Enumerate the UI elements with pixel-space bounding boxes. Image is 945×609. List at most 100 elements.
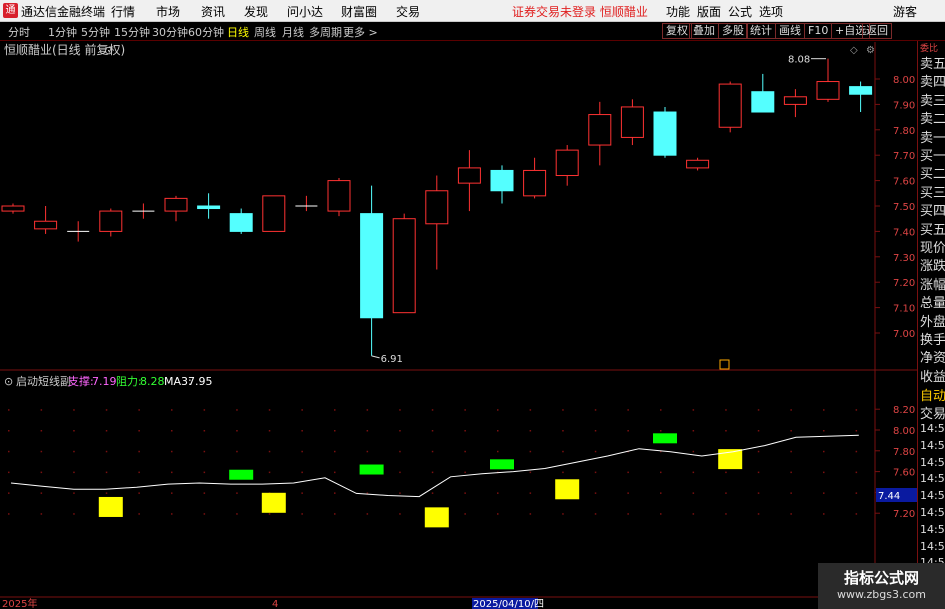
side-item[interactable]: 涨跌 <box>920 255 945 274</box>
chart-config-icon[interactable]: ◇ <box>850 45 858 56</box>
side-time-row: 14:56 <box>920 438 945 452</box>
menu-marketplace[interactable]: 市场 <box>156 3 180 20</box>
period-5min[interactable]: 5分钟 <box>81 24 110 40</box>
period-toolbar: 分时 1分钟 5分钟 15分钟 30分钟 60分钟 日线 周线 月线 多周期 更… <box>0 22 945 41</box>
grid-dot <box>268 409 271 411</box>
period-15min[interactable]: 15分钟 <box>114 24 150 40</box>
side-item[interactable]: 外盘 <box>920 311 945 330</box>
side-item[interactable]: 卖四 <box>920 71 945 90</box>
menu-market[interactable]: 行情 <box>111 3 135 20</box>
side-item[interactable]: 卖一 <box>920 127 945 146</box>
low-arrow-icon <box>371 355 380 359</box>
statistics-button[interactable]: 统计 <box>746 23 776 39</box>
grid-dot <box>529 430 532 432</box>
grid-dot <box>301 492 303 494</box>
watermark-url: www.zbgs3.com <box>837 588 926 601</box>
user-guest[interactable]: 游客 <box>893 3 917 20</box>
period-weekly[interactable]: 周线 <box>254 24 276 40</box>
side-item[interactable]: 涨幅 <box>920 274 945 293</box>
indicator-axis-label: 8.20 <box>893 405 915 416</box>
grid-dot <box>790 450 792 453</box>
side-item[interactable]: 买一 <box>920 145 945 164</box>
side-time-row: 14:56 <box>920 455 945 469</box>
side-item[interactable]: 卖五 <box>920 53 945 72</box>
grid-dot <box>757 492 760 494</box>
period-30min[interactable]: 30分钟 <box>152 24 188 40</box>
chart-settings-icon[interactable]: ⚙ <box>866 45 875 56</box>
menu-discover[interactable]: 发现 <box>244 3 268 20</box>
grid-dot <box>594 450 597 453</box>
menu-options[interactable]: 选项 <box>759 3 783 20</box>
period-daily[interactable]: 日线 <box>227 24 249 40</box>
grid-dot <box>366 450 369 453</box>
side-item[interactable]: 卖三 <box>920 90 945 109</box>
grid-dot <box>855 513 858 515</box>
grid-dot <box>692 513 695 515</box>
grid-dot <box>529 409 532 411</box>
grid-dot <box>562 450 564 453</box>
f10-button[interactable]: F10 <box>804 23 833 39</box>
indicator-options-icon[interactable]: ⊙ <box>4 375 13 388</box>
candle-down <box>197 205 221 210</box>
grid-dot <box>594 430 597 432</box>
support-block <box>98 496 123 517</box>
side-item[interactable]: 买五 <box>920 219 945 238</box>
candle-down <box>360 213 384 319</box>
side-item[interactable]: 买四 <box>920 200 945 219</box>
grid-dot <box>236 513 238 515</box>
period-1min[interactable]: 1分钟 <box>48 24 77 40</box>
period-monthly[interactable]: 月线 <box>282 24 304 40</box>
grid-dot <box>73 430 75 432</box>
grid-dot <box>301 450 303 453</box>
adjust-button[interactable]: 复权 <box>662 23 692 39</box>
side-item[interactable]: 收益 <box>920 366 945 385</box>
indicator-axis-label: 7.80 <box>893 447 915 458</box>
grid-dot <box>660 430 662 432</box>
period-multi[interactable]: 多周期 <box>309 24 342 40</box>
grid-dot <box>73 471 75 474</box>
side-item[interactable]: 卖二 <box>920 108 945 127</box>
grid-dot <box>334 450 336 453</box>
menu-ask-xiaoda[interactable]: 问小达 <box>287 3 323 20</box>
side-auto-label[interactable]: 自动 <box>920 385 945 404</box>
menu-news[interactable]: 资讯 <box>201 3 225 20</box>
grid-dot <box>757 430 760 432</box>
indicator-name[interactable]: 启动短线副 <box>16 374 71 388</box>
menu-wealth-circle[interactable]: 财富圈 <box>341 3 377 20</box>
side-item[interactable]: 换手 <box>920 329 945 348</box>
grid-dot <box>8 492 10 494</box>
support-value: 7.19 <box>92 375 117 388</box>
side-item[interactable]: 净资 <box>920 347 945 366</box>
chart-options-icon[interactable]: ⊙ <box>104 44 113 57</box>
menu-formula[interactable]: 公式 <box>728 3 752 20</box>
menu-layout[interactable]: 版面 <box>697 3 721 20</box>
menu-functions[interactable]: 功能 <box>666 3 690 20</box>
resist-block <box>653 433 677 444</box>
menu-trade[interactable]: 交易 <box>396 3 420 20</box>
side-item[interactable]: 买二 <box>920 163 945 182</box>
side-item[interactable]: 买三 <box>920 182 945 201</box>
back-button[interactable]: 返回 <box>862 23 892 39</box>
candle-down <box>849 86 873 95</box>
period-more[interactable]: 更多 > <box>343 24 378 40</box>
overlay-button[interactable]: 叠加 <box>689 23 719 39</box>
multi-stock-button[interactable]: 多股 <box>718 23 748 39</box>
grid-dot <box>431 430 434 432</box>
grid-dot <box>301 409 303 411</box>
chart-area[interactable]: 恒顺醋业(日线 前复权) ⊙ ◇ ⚙ 8.007.907.807.707.607… <box>0 42 917 609</box>
grid-dot <box>171 513 173 515</box>
grid-dot <box>40 492 43 494</box>
period-60min[interactable]: 60分钟 <box>188 24 224 40</box>
side-item[interactable]: 现价 <box>920 237 945 256</box>
draw-line-button[interactable]: 画线 <box>775 23 805 39</box>
grid-dot <box>855 492 858 494</box>
grid-dot <box>366 409 369 411</box>
side-trade-label[interactable]: 交易 <box>920 403 945 422</box>
side-item[interactable]: 总量 <box>920 292 945 311</box>
grid-dot <box>138 430 140 432</box>
period-intraday[interactable]: 分时 <box>8 24 30 40</box>
grid-dot <box>138 409 140 411</box>
info-marker-icon[interactable] <box>719 359 730 370</box>
login-status[interactable]: 证券交易未登录 恒顺醋业 <box>512 3 648 20</box>
grid-dot <box>138 492 140 494</box>
